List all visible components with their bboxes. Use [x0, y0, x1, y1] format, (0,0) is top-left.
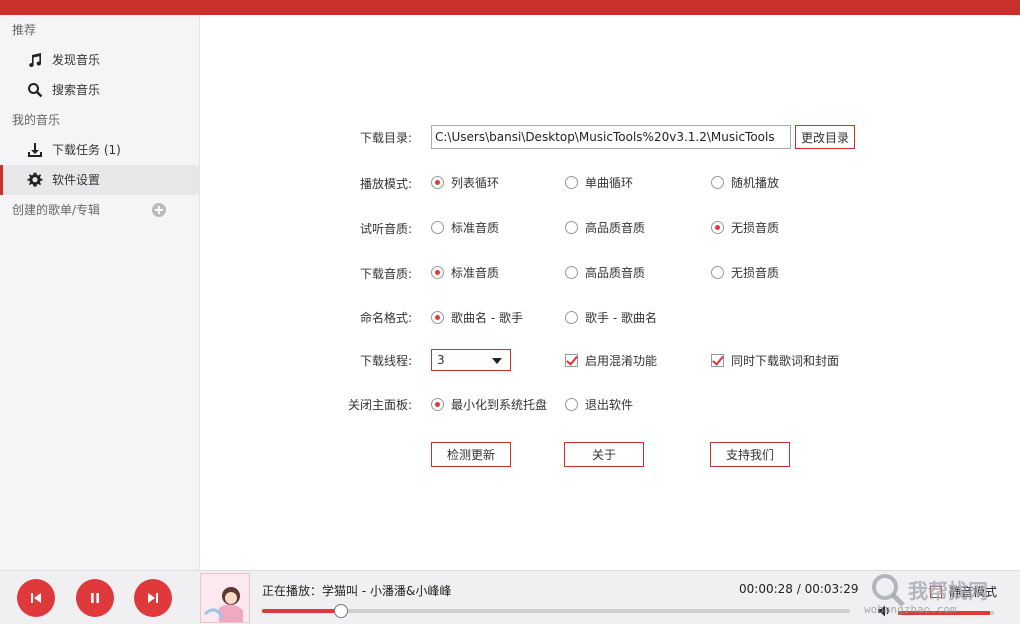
- pause-icon: [91, 593, 99, 603]
- sidebar-item-label: 软件设置: [52, 173, 101, 187]
- radio-button[interactable]: [431, 397, 444, 411]
- close-panel-option-minimize[interactable]: 最小化到系统托盘: [431, 394, 547, 414]
- radio-button[interactable]: [565, 265, 578, 279]
- close-panel-option-exit[interactable]: 退出软件: [565, 394, 633, 414]
- obfuscation-checkbox-row[interactable]: 启用混淆功能: [565, 350, 657, 370]
- next-icon: [148, 593, 158, 603]
- sidebar-item-discover-music[interactable]: 发现音乐: [0, 45, 199, 75]
- sidebar-section-label: 创建的歌单/专辑: [12, 203, 101, 217]
- now-playing-text: 正在播放：学猫叫 - 小潘潘&小峰峰: [262, 584, 452, 598]
- previous-icon: [31, 593, 41, 603]
- sidebar-section-recommend: 推荐: [12, 23, 37, 37]
- sidebar: 推荐 发现音乐 搜索音乐 我的音乐 下载任务 (1) 软件设置 创建的歌单/专辑: [0, 15, 200, 570]
- option-label: 无损音质: [731, 220, 780, 235]
- play-mode-option-shuffle[interactable]: 随机播放: [711, 172, 779, 192]
- preview-quality-option-high[interactable]: 高品质音质: [565, 217, 645, 237]
- about-button[interactable]: 关于: [564, 442, 644, 467]
- watermark-url: wobangzhao.com: [864, 603, 957, 616]
- search-icon: [26, 81, 44, 99]
- watermark: 我帮找网 wobangzhao.com: [864, 571, 1014, 624]
- option-label: 高品质音质: [585, 220, 646, 235]
- radio-button[interactable]: [711, 175, 724, 189]
- pause-button[interactable]: [76, 579, 114, 617]
- option-label: 退出软件: [585, 397, 634, 412]
- watermark-text: 我帮找网: [908, 579, 988, 603]
- option-label: 同时下载歌词和封面: [731, 353, 840, 368]
- naming-format-option-artist-song[interactable]: 歌手 - 歌曲名: [565, 307, 657, 327]
- lyrics-cover-checkbox-row[interactable]: 同时下载歌词和封面: [711, 350, 839, 370]
- player-bar: 正在播放：学猫叫 - 小潘潘&小峰峰 00:00:28 / 00:03:29 静…: [0, 570, 1020, 624]
- gear-icon: [26, 171, 44, 189]
- select-value: 3: [437, 353, 445, 367]
- progress-handle[interactable]: [333, 604, 348, 618]
- check-update-button[interactable]: 检测更新: [431, 442, 511, 467]
- preview-quality-option-standard[interactable]: 标准音质: [431, 217, 499, 237]
- option-label: 随机播放: [731, 175, 780, 190]
- close-panel-label: 关闭主面板:: [347, 398, 412, 412]
- lyrics-cover-checkbox[interactable]: [711, 353, 724, 367]
- download-quality-label: 下载音质:: [359, 267, 412, 281]
- option-label: 最小化到系统托盘: [451, 397, 548, 412]
- sidebar-item-download-tasks[interactable]: 下载任务 (1): [0, 135, 199, 165]
- download-threads-select[interactable]: 3: [431, 349, 511, 371]
- sidebar-item-settings[interactable]: 软件设置: [0, 165, 199, 195]
- sidebar-item-label: 下载任务 (1): [52, 143, 121, 157]
- radio-button[interactable]: [565, 397, 578, 411]
- sidebar-section-my-music: 我的音乐: [12, 113, 61, 127]
- music-note-icon: [26, 51, 44, 69]
- radio-button[interactable]: [711, 265, 724, 279]
- option-label: 单曲循环: [585, 175, 634, 190]
- download-quality-option-lossless[interactable]: 无损音质: [711, 262, 779, 282]
- option-label: 歌曲名 - 歌手: [451, 310, 523, 325]
- chevron-down-icon: [492, 358, 502, 364]
- sidebar-section-playlists: 创建的歌单/专辑: [0, 195, 199, 225]
- radio-button[interactable]: [711, 220, 724, 234]
- option-label: 高品质音质: [585, 265, 646, 280]
- change-dir-button[interactable]: 更改目录: [795, 125, 855, 149]
- option-label: 列表循环: [451, 175, 500, 190]
- download-threads-label: 下载线程:: [359, 354, 412, 368]
- album-cover-art: [201, 574, 249, 622]
- progress-bar[interactable]: [262, 604, 850, 618]
- option-label: 标准音质: [451, 265, 500, 280]
- naming-format-option-song-artist[interactable]: 歌曲名 - 歌手: [431, 307, 523, 327]
- option-label: 标准音质: [451, 220, 500, 235]
- option-label: 无损音质: [731, 265, 780, 280]
- album-cover[interactable]: [200, 573, 250, 623]
- sidebar-item-label: 搜索音乐: [52, 83, 101, 97]
- previous-button[interactable]: [17, 579, 55, 617]
- option-label: 启用混淆功能: [585, 353, 658, 368]
- sidebar-item-search-music[interactable]: 搜索音乐: [0, 75, 199, 105]
- obfuscation-checkbox[interactable]: [565, 353, 578, 367]
- radio-button[interactable]: [565, 220, 578, 234]
- preview-quality-label: 试听音质:: [359, 222, 412, 236]
- play-mode-option-list-loop[interactable]: 列表循环: [431, 172, 499, 192]
- radio-button[interactable]: [431, 175, 444, 189]
- support-button[interactable]: 支持我们: [710, 442, 790, 467]
- preview-quality-option-lossless[interactable]: 无损音质: [711, 217, 779, 237]
- radio-button[interactable]: [431, 265, 444, 279]
- sidebar-item-label: 发现音乐: [52, 53, 101, 67]
- radio-button[interactable]: [565, 310, 578, 324]
- play-mode-option-single-loop[interactable]: 单曲循环: [565, 172, 633, 192]
- download-quality-option-high[interactable]: 高品质音质: [565, 262, 645, 282]
- progress-fill: [262, 609, 341, 613]
- download-dir-label: 下载目录:: [359, 131, 412, 145]
- next-button[interactable]: [134, 579, 172, 617]
- plus-circle-icon[interactable]: [152, 203, 166, 217]
- title-bar: [0, 0, 1020, 15]
- play-mode-label: 播放模式:: [359, 177, 412, 191]
- playback-time: 00:00:28 / 00:03:29: [739, 582, 859, 596]
- settings-panel: 下载目录: C:\Users\bansi\Desktop\MusicTools%…: [201, 15, 1020, 570]
- radio-button[interactable]: [431, 310, 444, 324]
- download-quality-option-standard[interactable]: 标准音质: [431, 262, 499, 282]
- radio-button[interactable]: [431, 220, 444, 234]
- naming-format-label: 命名格式:: [359, 311, 412, 325]
- option-label: 歌手 - 歌曲名: [585, 310, 657, 325]
- radio-button[interactable]: [565, 175, 578, 189]
- download-icon: [26, 141, 44, 159]
- download-dir-input[interactable]: C:\Users\bansi\Desktop\MusicTools%20v3.1…: [431, 125, 791, 149]
